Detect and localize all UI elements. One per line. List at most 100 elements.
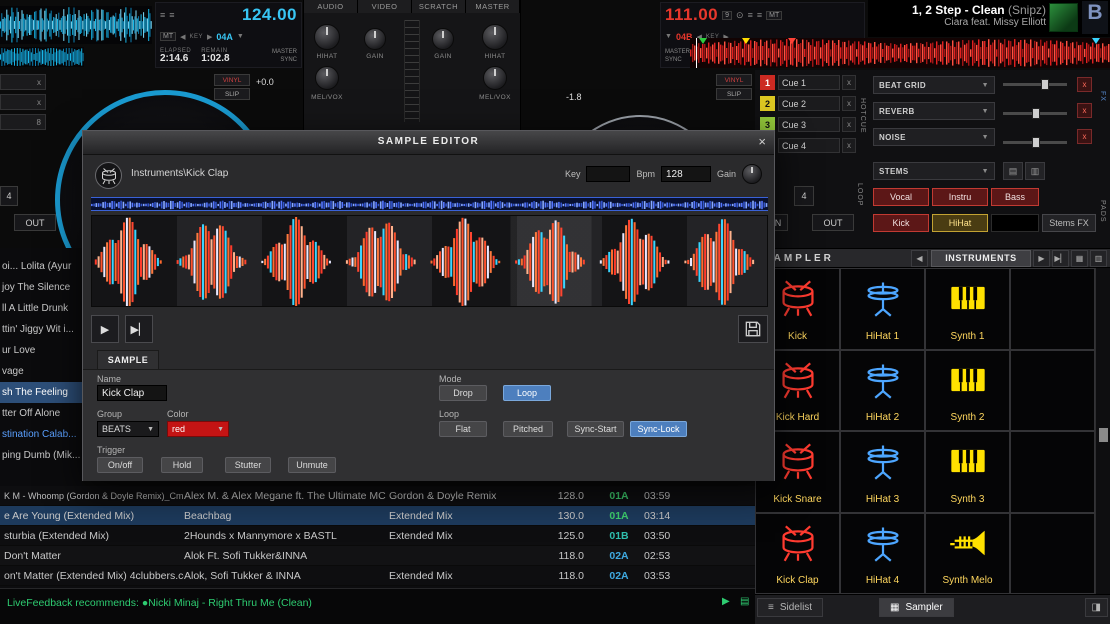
melvox-knob-left[interactable] [315,66,339,90]
mixer-tab-video[interactable]: VIDEO [358,0,412,13]
mixer-tab-audio[interactable]: AUDIO [304,0,358,13]
sampler-pad-hihat-3[interactable]: HiHat 3 [840,431,925,513]
deck-a-mt-badge[interactable]: MT [160,32,176,41]
fx-slot-1-slider[interactable] [1003,83,1067,86]
stem-bass-button[interactable]: Bass [991,188,1039,206]
gain-knob-right[interactable] [432,28,454,50]
play-to-end-button[interactable]: ▶▏ [125,315,153,343]
hotcue-3-delete[interactable]: x [842,117,856,132]
bpm-input[interactable] [661,166,711,182]
grid-view-icon[interactable]: ▦ [1071,250,1088,267]
deck-b-waveform[interactable] [690,38,1110,68]
slider-handle[interactable] [1041,79,1049,90]
deck-b-loop-size[interactable]: 4 [794,186,814,206]
gain-knob[interactable] [742,164,762,184]
bank-last-button[interactable]: ▶▏ [1052,250,1069,267]
cue-marker[interactable] [788,38,796,44]
deck-b-mt-badge[interactable]: MT [766,11,782,20]
chevron-down-icon[interactable]: ▼ [665,33,672,40]
hotcue-1-delete[interactable]: x [842,75,856,90]
tab-sidelist[interactable]: ≡Sidelist [757,598,823,617]
list-item[interactable]: ll A Little Drunk [0,298,82,319]
name-input[interactable] [97,385,167,401]
sampler-pad-synth-melo[interactable]: Synth Melo [925,513,1010,595]
mixer-tab-master[interactable]: MASTER [466,0,520,13]
hotcue-1-button[interactable]: Cue 1 [778,75,840,90]
sample-waveform[interactable] [91,215,768,307]
list-item[interactable]: ttin' Jiggy Wit i... [0,319,82,340]
trigger-stutter-button[interactable]: Stutter [225,457,271,473]
sampler-menu-icon[interactable]: ▥ [1090,250,1107,267]
table-row-selected[interactable]: e Are Young (Extended Mix) Beachbag Exte… [0,506,755,526]
bank-next-button[interactable]: ▶ [1033,250,1050,267]
deck-a-waveform-zoom[interactable] [0,47,84,67]
loop-flat-button[interactable]: Flat [439,421,487,437]
eq-hihat-knob-left[interactable] [314,24,340,50]
list-item[interactable]: joy The Silence [0,277,82,298]
deck-b-slip-button[interactable]: SLIP [716,88,752,100]
deck-a-waveform[interactable] [0,6,152,44]
hotcue-2-pad[interactable]: 2 [760,96,775,111]
group-select[interactable]: BEATS▼ [97,421,159,437]
slider-handle[interactable] [1032,137,1040,148]
hotcue-2-button[interactable]: Cue 2 [778,96,840,111]
sampler-pad-synth-3[interactable]: Synth 3 [925,431,1010,513]
stem-vocal-button[interactable]: Vocal [873,188,929,206]
sync-label[interactable]: SYNC [272,57,297,64]
mixer-tab-scratch[interactable]: SCRATCH [412,0,466,13]
deck-b-letter-badge[interactable]: B [1082,1,1108,34]
sampler-pad-kick-clap[interactable]: Kick Clap [755,513,840,595]
stems-grid-icon[interactable]: ▥ [1025,162,1045,180]
table-row[interactable]: K M - Whoomp (Gordon & Doyle Remix)_Cmp3… [0,486,755,506]
sampler-pad-hihat-2[interactable]: HiHat 2 [840,350,925,432]
save-button[interactable] [738,315,768,343]
beats-view-icon[interactable]: ≡ [169,10,174,20]
slider-handle[interactable] [1099,428,1108,442]
deck-b-loop-out-button[interactable]: OUT [812,214,854,231]
table-row[interactable]: Don't Matter Alok Ft. Sofi Tukker&INNA 1… [0,546,755,566]
cue-marker[interactable] [742,38,750,44]
sampler-bank-dropdown[interactable]: INSTRUMENTS [931,250,1031,267]
fx-slot-3-close[interactable]: x [1077,129,1092,144]
fx-close-button[interactable]: x [0,94,46,110]
list-item[interactable]: oi... Lolita (Ayur [0,256,82,277]
hotcue-1-pad[interactable]: 1 [760,75,775,90]
gain-knob-left[interactable] [364,28,386,50]
list-item-selected[interactable]: sh The Feeling [0,382,82,403]
hotcue-4-delete[interactable]: x [842,138,856,153]
panel-toggle-icon[interactable]: ◨ [1085,598,1108,617]
fx-slot-1-dropdown[interactable]: BEAT GRID▼ [873,76,995,94]
target-icon[interactable]: ⊙ [736,10,744,21]
tab-sampler[interactable]: ▦Sampler [879,598,954,617]
fx-slot-1-close[interactable]: x [1077,77,1092,92]
chevron-down-icon[interactable]: ▼ [237,33,244,40]
key-up-icon[interactable]: ▶ [207,33,212,41]
trigger-hold-button[interactable]: Hold [161,457,203,473]
loop-sync-start-button[interactable]: Sync-Start [567,421,624,437]
color-select[interactable]: red▼ [167,421,229,437]
list-item[interactable]: vage [0,361,82,382]
sampler-pad-synth-1[interactable]: Synth 1 [925,268,1010,350]
slider-handle[interactable] [1032,108,1040,119]
play-icon[interactable]: ▶ [722,596,730,607]
list-item[interactable]: ur Love [0,340,82,361]
sampler-pad-hihat-4[interactable]: HiHat 4 [840,513,925,595]
deck-b-vinyl-button[interactable]: VINYL [716,74,752,86]
tab-sample[interactable]: SAMPLE [97,350,159,369]
list-icon[interactable]: ▤ [740,596,749,607]
beats-view-icon[interactable]: ≡ [757,10,762,20]
waveform-view-icon[interactable]: ≡ [160,10,165,20]
stems-fx-button[interactable]: Stems FX [1042,214,1096,232]
master-label[interactable]: MASTER [665,49,690,56]
deck-a-vinyl-button[interactable]: VINYL [214,74,250,86]
deck-a-loop-size[interactable]: 4 [0,186,18,206]
list-item[interactable]: stination Calab... [0,424,82,445]
trigger-onoff-button[interactable]: On/off [97,457,143,473]
fx-slot-2-close[interactable]: x [1077,103,1092,118]
fx-slot-2-dropdown[interactable]: REVERB▼ [873,102,995,120]
table-row[interactable]: on't Matter (Extended Mix) 4clubbers.com… [0,566,755,586]
list-item[interactable]: ping Dumb (Mik... [0,445,82,466]
sampler-pad-hihat-1[interactable]: HiHat 1 [840,268,925,350]
table-row[interactable]: sturbia (Extended Mix) 2Hounds x Mannymo… [0,526,755,546]
sync-label[interactable]: SYNC [665,57,690,64]
